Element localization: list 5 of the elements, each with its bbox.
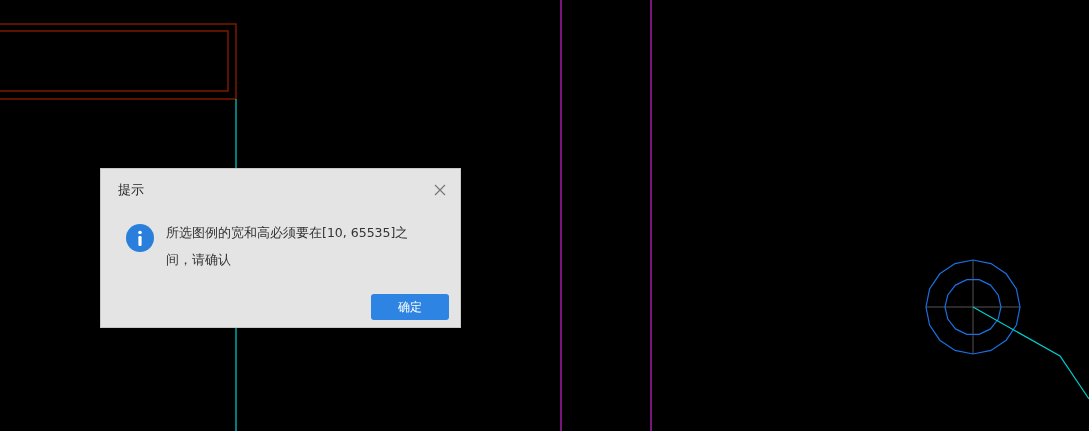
info-icon: [126, 224, 154, 252]
close-icon[interactable]: [434, 184, 446, 196]
dialog-title: 提示: [118, 181, 144, 199]
confirm-button[interactable]: 确定: [371, 294, 449, 320]
dialog-message: 所选图例的宽和高必须要在[10, 65535]之间，请确认: [166, 224, 410, 269]
